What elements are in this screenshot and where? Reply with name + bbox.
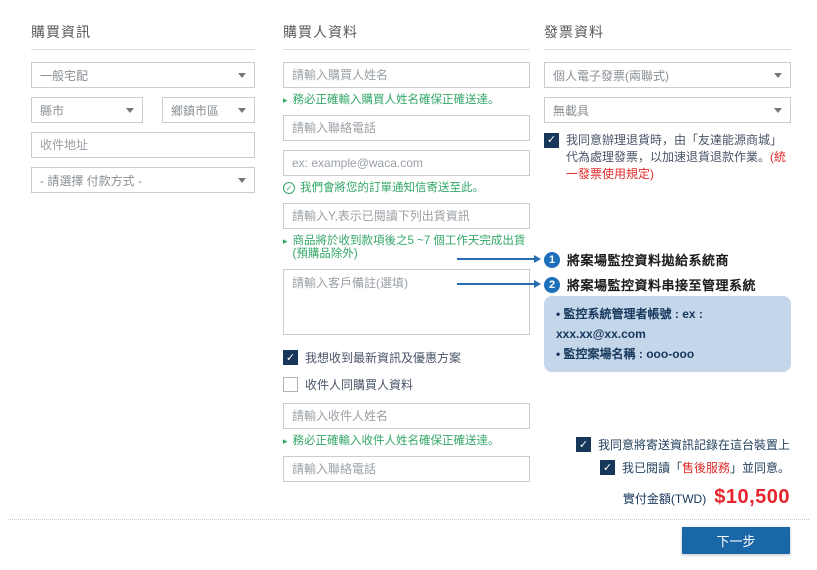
terms-agree-checkbox[interactable]	[600, 460, 615, 475]
check-circle-icon	[283, 182, 295, 194]
payment-method-value: - 請選擇 付款方式 -	[40, 172, 142, 189]
checkout-page: 購買資訊 一般宅配 縣市 鄉鎮市區 - 請選擇 付款方式 - 購買人資料	[0, 0, 817, 570]
device-record-checkbox[interactable]	[576, 437, 591, 452]
city-select[interactable]: 縣市	[31, 97, 143, 123]
next-step-button[interactable]: 下一步	[682, 527, 790, 554]
email-hint: 我們會將您的訂單通知信寄送至此。	[283, 182, 530, 195]
delivery-method-value: 一般宅配	[40, 67, 88, 84]
divider	[283, 49, 530, 50]
buyer-section-title: 購買人資料	[283, 22, 530, 42]
terms-agree-row: 我已閱讀「售後服務」並同意。	[600, 459, 790, 476]
buyer-name-hint: 務必正確輸入購買人姓名確保正確送達。	[283, 94, 530, 107]
after-sales-service-link[interactable]: 售後服務	[682, 461, 730, 475]
district-value: 鄉鎮市區	[171, 102, 219, 119]
footer-divider	[8, 519, 809, 520]
customer-remark-textarea[interactable]	[283, 269, 530, 335]
step-1-label: 將案場監控資料拋給系統商	[567, 250, 729, 269]
district-select[interactable]: 鄉鎮市區	[162, 97, 255, 123]
shipping-section-title: 購買資訊	[31, 22, 255, 42]
device-record-row: 我同意將寄送資訊記錄在這台裝置上	[576, 436, 790, 453]
hint-arrow-icon	[283, 435, 288, 448]
total-price-value: $10,500	[714, 486, 790, 509]
hint-arrow-icon	[283, 235, 288, 261]
delivery-method-select[interactable]: 一般宅配	[31, 62, 255, 88]
newsletter-label: 我想收到最新資訊及優惠方案	[305, 349, 461, 366]
chevron-down-icon	[774, 108, 782, 113]
hint-arrow-icon	[283, 94, 288, 107]
chevron-down-icon	[238, 178, 246, 183]
carrier-select[interactable]: 無載具	[544, 97, 791, 123]
section-invoice: 發票資料 個人電子發票(兩聯式) 無載具 我同意辦理退貨時，由「友達能源商城」代…	[544, 22, 791, 183]
total-price-row: 實付金額(TWD) $10,500	[623, 486, 790, 509]
annotation-arrow-1	[457, 258, 535, 260]
invoice-section-title: 發票資料	[544, 22, 791, 42]
annotation-step-2: 2 將案場監控資料串接至管理系統	[544, 275, 756, 294]
chevron-down-icon	[774, 73, 782, 78]
step-2-number-badge: 2	[544, 277, 560, 293]
same-as-buyer-row: 收件人同購買人資料	[283, 376, 530, 393]
section-shipping: 購買資訊 一般宅配 縣市 鄉鎮市區 - 請選擇 付款方式 -	[31, 22, 255, 202]
info-line-site-name: 監控案場名稱 : ooo-ooo	[556, 344, 783, 364]
return-agree-text: 我同意辦理退貨時，由「友達能源商城」代為處理發票，以加速退貨退款作業。(統一發票…	[566, 132, 791, 183]
terms-agree-label: 我已閱讀「售後服務」並同意。	[622, 459, 790, 476]
newsletter-row: 我想收到最新資訊及優惠方案	[283, 349, 530, 366]
annotation-step-1: 1 將案場監控資料拋給系統商	[544, 250, 729, 269]
step-1-number-badge: 1	[544, 252, 560, 268]
payment-method-select[interactable]: - 請選擇 付款方式 -	[31, 167, 255, 193]
buyer-name-input[interactable]	[283, 62, 530, 88]
annotation-arrow-2	[457, 283, 535, 285]
section-buyer: 購買人資料 務必正確輸入購買人姓名確保正確送達。 我們會將您的訂單通知信寄送至此…	[283, 22, 530, 491]
chevron-down-icon	[238, 73, 246, 78]
invoice-type-value: 個人電子發票(兩聯式)	[553, 67, 669, 84]
step-2-label: 將案場監控資料串接至管理系統	[567, 275, 756, 294]
chevron-down-icon	[238, 108, 246, 113]
divider	[544, 49, 791, 50]
city-value: 縣市	[40, 102, 64, 119]
read-confirm-input[interactable]	[283, 203, 530, 229]
region-row: 縣市 鄉鎮市區	[31, 97, 255, 132]
recipient-phone-input[interactable]	[283, 456, 530, 482]
buyer-email-input[interactable]	[283, 150, 530, 176]
info-line-account: 監控系統管理者帳號 : ex : xxx.xx@xx.com	[556, 304, 783, 344]
total-price-label: 實付金額(TWD)	[623, 490, 706, 507]
address-input[interactable]	[31, 132, 255, 158]
monitoring-info-box: 監控系統管理者帳號 : ex : xxx.xx@xx.com 監控案場名稱 : …	[544, 296, 791, 372]
recipient-name-hint: 務必正確輸入收件人姓名確保正確送達。	[283, 435, 530, 448]
same-as-buyer-label: 收件人同購買人資料	[305, 376, 413, 393]
return-agree-row: 我同意辦理退貨時，由「友達能源商城」代為處理發票，以加速退貨退款作業。(統一發票…	[544, 132, 791, 183]
recipient-name-input[interactable]	[283, 403, 530, 429]
newsletter-checkbox[interactable]	[283, 350, 298, 365]
buyer-phone-input[interactable]	[283, 115, 530, 141]
divider	[31, 49, 255, 50]
same-as-buyer-checkbox[interactable]	[283, 377, 298, 392]
carrier-value: 無載具	[553, 102, 589, 119]
invoice-type-select[interactable]: 個人電子發票(兩聯式)	[544, 62, 791, 88]
return-agree-checkbox[interactable]	[544, 133, 559, 148]
device-record-label: 我同意將寄送資訊記錄在這台裝置上	[598, 436, 790, 453]
chevron-down-icon	[126, 108, 134, 113]
